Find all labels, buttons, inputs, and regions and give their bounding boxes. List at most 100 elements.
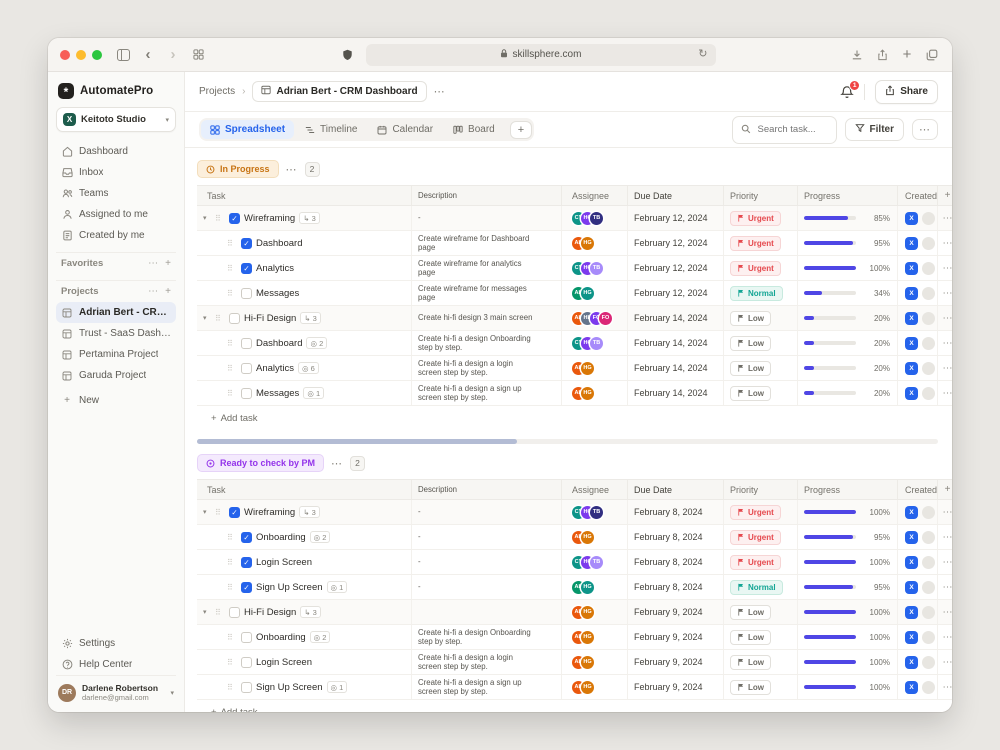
row-menu-button[interactable]: ⋯ [937, 625, 952, 649]
add-column-button[interactable]: + [937, 480, 952, 499]
task-row[interactable]: ⠿Messages◎ 1Create hi-fi a design a sign… [197, 381, 952, 406]
sidebar-item-settings[interactable]: Settings [56, 633, 176, 654]
projects-menu-button[interactable]: ⋯ [148, 286, 158, 297]
column-header-progress[interactable]: Progress [797, 186, 897, 205]
row-menu-button[interactable]: ⋯ [937, 575, 952, 599]
sidebar-item-teams[interactable]: Teams [56, 183, 176, 204]
drag-handle-icon[interactable]: ⠿ [215, 214, 225, 223]
search-task-input[interactable] [756, 123, 828, 136]
sidebar-project-trust-saas-dashbo[interactable]: Trust - SaaS Dashbo... [56, 323, 176, 344]
section-menu-button[interactable]: ⋯ [286, 163, 298, 176]
task-checkbox[interactable]: ✓ [241, 582, 252, 593]
column-header-progress[interactable]: Progress [797, 480, 897, 499]
add-task-button[interactable]: +Add task [197, 700, 952, 712]
task-row[interactable]: ⠿✓DashboardCreate wireframe for Dashboar… [197, 231, 952, 256]
task-checkbox[interactable] [241, 682, 252, 693]
row-menu-button[interactable]: ⋯ [937, 525, 952, 549]
row-menu-button[interactable]: ⋯ [937, 550, 952, 574]
column-header-task[interactable]: Task [197, 186, 411, 205]
notifications-button[interactable]: 1 [840, 85, 854, 99]
breadcrumb-menu-button[interactable]: ⋯ [434, 85, 446, 98]
tab-overview-icon[interactable] [190, 47, 206, 63]
shield-icon[interactable] [340, 47, 356, 63]
tab-board[interactable]: Board [444, 120, 504, 139]
breadcrumb-current[interactable]: Adrian Bert - CRM Dashboard [252, 81, 426, 102]
drag-handle-icon[interactable]: ⠿ [227, 633, 237, 642]
task-row[interactable]: ▾⠿Hi-Fi Design↳ 3Create hi-fi design 3 m… [197, 306, 952, 331]
row-menu-button[interactable]: ⋯ [937, 500, 952, 524]
row-menu-button[interactable]: ⋯ [937, 256, 952, 280]
drag-handle-icon[interactable]: ⠿ [215, 608, 225, 617]
filter-button[interactable]: Filter [845, 118, 904, 141]
row-menu-button[interactable]: ⋯ [937, 306, 952, 330]
drag-handle-icon[interactable]: ⠿ [227, 558, 237, 567]
row-menu-button[interactable]: ⋯ [937, 600, 952, 624]
column-header-assignee[interactable]: Assignee [561, 480, 627, 499]
new-tab-button[interactable]: + [899, 47, 915, 63]
task-checkbox[interactable] [241, 363, 252, 374]
drag-handle-icon[interactable]: ⠿ [227, 683, 237, 692]
section-menu-button[interactable]: ⋯ [331, 457, 343, 470]
drag-handle-icon[interactable]: ⠿ [227, 339, 237, 348]
forward-button[interactable]: › [165, 47, 181, 63]
back-button[interactable]: ‹ [140, 47, 156, 63]
drag-handle-icon[interactable]: ⠿ [227, 289, 237, 298]
breadcrumb-projects[interactable]: Projects [199, 86, 235, 97]
task-row[interactable]: ▾⠿✓Wireframing↳ 3-CYHCTBFebruary 12, 202… [197, 206, 952, 231]
task-checkbox[interactable] [241, 657, 252, 668]
add-view-button[interactable]: + [510, 121, 532, 139]
user-card[interactable]: DR Darlene Robertson darlene@gmail.com ▾ [56, 675, 176, 704]
column-header-task[interactable]: Task [197, 480, 411, 499]
sidebar-project-pertamina-project[interactable]: Pertamina Project [56, 344, 176, 365]
downloads-icon[interactable] [849, 47, 865, 63]
add-task-button[interactable]: +Add task [197, 406, 952, 431]
row-menu-button[interactable]: ⋯ [937, 231, 952, 255]
row-menu-button[interactable]: ⋯ [937, 356, 952, 380]
task-row[interactable]: ⠿Login ScreenCreate hi-fi a design a log… [197, 650, 952, 675]
row-menu-button[interactable]: ⋯ [937, 206, 952, 230]
workspace-selector[interactable]: X Keitoto Studio ▾ [56, 107, 176, 132]
drag-handle-icon[interactable]: ⠿ [227, 239, 237, 248]
sidebar-project-adrian-bert-crm-da[interactable]: Adrian Bert - CRM Da... [56, 302, 176, 323]
drag-handle-icon[interactable]: ⠿ [227, 264, 237, 273]
browser-share-icon[interactable] [874, 47, 890, 63]
task-checkbox[interactable] [241, 632, 252, 643]
task-checkbox[interactable] [241, 288, 252, 299]
task-row[interactable]: ▾⠿Hi-Fi Design↳ 3AHHGFebruary 9, 2024Low… [197, 600, 952, 625]
task-row[interactable]: ⠿✓Login Screen-CYHCTBFebruary 8, 2024Urg… [197, 550, 952, 575]
toolbar-menu-button[interactable]: ⋯ [912, 119, 938, 140]
window-zoom-button[interactable] [92, 50, 102, 60]
column-header-description[interactable]: Description [411, 186, 561, 205]
drag-handle-icon[interactable]: ⠿ [227, 583, 237, 592]
task-row[interactable]: ⠿✓Sign Up Screen◎ 1-AHHGFebruary 8, 2024… [197, 575, 952, 600]
task-checkbox[interactable]: ✓ [229, 507, 240, 518]
window-minimize-button[interactable] [76, 50, 86, 60]
drag-handle-icon[interactable]: ⠿ [227, 364, 237, 373]
status-badge[interactable]: Ready to check by PM [197, 454, 324, 472]
drag-handle-icon[interactable]: ⠿ [227, 389, 237, 398]
column-header-priority[interactable]: Priority [723, 480, 797, 499]
task-checkbox[interactable] [241, 388, 252, 399]
drag-handle-icon[interactable]: ⠿ [227, 533, 237, 542]
task-checkbox[interactable] [229, 607, 240, 618]
favorites-menu-button[interactable]: ⋯ [148, 258, 158, 269]
collapse-caret-icon[interactable]: ▾ [203, 508, 211, 516]
search-task-box[interactable] [732, 116, 837, 144]
tab-timeline[interactable]: Timeline [296, 120, 366, 139]
task-checkbox[interactable] [229, 313, 240, 324]
task-row[interactable]: ▾⠿✓Wireframing↳ 3-CYHCTBFebruary 8, 2024… [197, 500, 952, 525]
task-row[interactable]: ⠿✓AnalyticsCreate wireframe for analytic… [197, 256, 952, 281]
task-row[interactable]: ⠿✓Onboarding◎ 2-AHHGFebruary 8, 2024Urge… [197, 525, 952, 550]
collapse-caret-icon[interactable]: ▾ [203, 314, 211, 322]
column-header-priority[interactable]: Priority [723, 186, 797, 205]
app-logo[interactable]: * AutomatePro [56, 81, 176, 107]
scrollbar-thumb[interactable] [197, 439, 517, 444]
sidebar-item-dashboard[interactable]: Dashboard [56, 141, 176, 162]
task-checkbox[interactable]: ✓ [241, 238, 252, 249]
row-menu-button[interactable]: ⋯ [937, 650, 952, 674]
drag-handle-icon[interactable]: ⠿ [215, 508, 225, 517]
column-header-due-date[interactable]: Due Date [627, 186, 723, 205]
task-row[interactable]: ⠿Sign Up Screen◎ 1Create hi-fi a design … [197, 675, 952, 700]
add-column-button[interactable]: + [937, 186, 952, 205]
row-menu-button[interactable]: ⋯ [937, 281, 952, 305]
